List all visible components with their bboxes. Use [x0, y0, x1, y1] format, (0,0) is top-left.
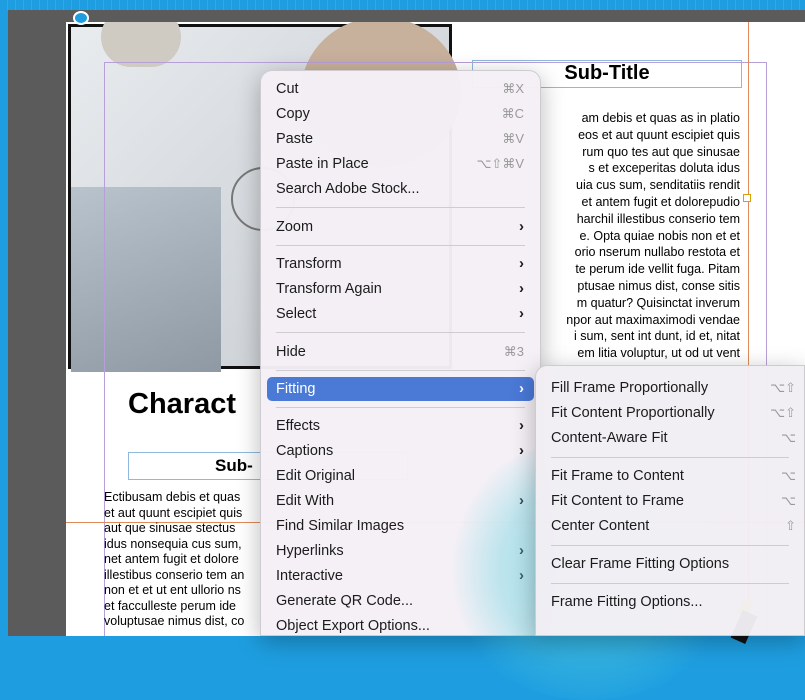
submenu-item-fit-frame-to-content[interactable]: Fit Frame to Content ⌥: [542, 464, 804, 488]
menu-item-shortcut: ⌘X: [502, 81, 524, 96]
menu-item-label: Transform: [276, 256, 342, 272]
menu-separator: [276, 332, 525, 333]
chevron-right-icon: ›: [519, 567, 524, 584]
photo-detail: [101, 22, 181, 67]
photo-detail: [71, 187, 221, 372]
menu-item-label: Fitting: [276, 381, 316, 397]
menu-item-object-export-options[interactable]: Object Export Options...: [267, 614, 534, 638]
sub-heading-text: Sub-: [215, 456, 253, 475]
menu-item-label: Find Similar Images: [276, 518, 405, 534]
menu-item-shortcut: ⌥: [781, 493, 796, 508]
subtitle-text: Sub-Title: [564, 62, 650, 84]
menu-item-label: Effects: [276, 418, 321, 434]
menu-item-label: Interactive: [276, 568, 343, 584]
menu-separator: [551, 545, 789, 546]
menu-item-transform-again[interactable]: Transform Again ›: [267, 277, 534, 301]
menu-item-label: Search Adobe Stock...: [276, 181, 420, 197]
menu-item-shortcut: ⌘V: [502, 131, 524, 146]
chevron-right-icon: ›: [519, 492, 524, 509]
menu-item-label: Frame Fitting Options...: [551, 594, 703, 610]
menu-item-label: Captions: [276, 443, 334, 459]
menu-item-label: Paste in Place: [276, 156, 369, 172]
submenu-item-fill-frame-proportionally[interactable]: Fill Frame Proportionally ⌥⇧: [542, 376, 804, 400]
menu-item-shortcut: ⌥: [781, 468, 796, 483]
menu-item-label: Paste: [276, 131, 314, 147]
submenu-item-center-content[interactable]: Center Content ⇧: [542, 514, 804, 538]
menu-item-cut[interactable]: Cut ⌘X: [267, 77, 534, 101]
menu-item-label: Copy: [276, 106, 310, 122]
menu-item-label: Select: [276, 306, 317, 322]
menu-separator: [276, 245, 525, 246]
chevron-right-icon: ›: [519, 380, 524, 397]
menu-separator: [276, 207, 525, 208]
menu-item-label: Cut: [276, 81, 299, 97]
menu-item-edit-original[interactable]: Edit Original: [267, 464, 534, 488]
menu-item-label: Fill Frame Proportionally: [551, 380, 709, 396]
menu-item-shortcut: ⌥⇧: [770, 380, 796, 395]
menu-item-captions[interactable]: Captions ›: [267, 439, 534, 463]
menu-item-select[interactable]: Select ›: [267, 302, 534, 326]
chevron-right-icon: ›: [519, 442, 524, 459]
menu-separator: [276, 407, 525, 408]
menu-item-transform[interactable]: Transform ›: [267, 252, 534, 276]
frame-handle[interactable]: [743, 194, 751, 202]
context-menu: Cut ⌘X Copy ⌘C Paste ⌘V Paste in Place ⌥⇧⌘V …: [260, 70, 541, 636]
submenu-item-content-aware-fit[interactable]: Content-Aware Fit ⌥: [542, 426, 804, 450]
menu-separator: [551, 583, 789, 584]
menu-item-label: Zoom: [276, 219, 314, 235]
main-heading[interactable]: Charact: [128, 388, 236, 421]
menu-item-interactive[interactable]: Interactive ›: [267, 564, 534, 588]
menu-item-paste-in-place[interactable]: Paste in Place ⌥⇧⌘V: [267, 152, 534, 176]
menu-item-label: Fit Frame to Content: [551, 468, 684, 484]
menu-separator: [276, 370, 525, 371]
menu-item-hyperlinks[interactable]: Hyperlinks ›: [267, 539, 534, 563]
menu-item-label: Center Content: [551, 518, 650, 534]
submenu-item-frame-fitting-options[interactable]: Frame Fitting Options...: [542, 590, 804, 614]
menu-item-label: Transform Again: [276, 281, 382, 297]
menu-item-shortcut: ⌘C: [501, 106, 524, 121]
menu-item-copy[interactable]: Copy ⌘C: [267, 102, 534, 126]
menu-item-label: Fit Content Proportionally: [551, 405, 715, 421]
chevron-right-icon: ›: [519, 305, 524, 322]
menu-item-shortcut: ⌥: [781, 430, 796, 445]
menu-item-shortcut: ⌘3: [503, 344, 524, 359]
menu-item-shortcut: ⇧: [785, 518, 796, 533]
chevron-right-icon: ›: [519, 218, 524, 235]
submenu-item-clear-frame-fitting-options[interactable]: Clear Frame Fitting Options: [542, 552, 804, 576]
submenu-item-fit-content-proportionally[interactable]: Fit Content Proportionally ⌥⇧: [542, 401, 804, 425]
menu-item-shortcut: ⌥⇧: [770, 405, 796, 420]
menu-item-label: Generate QR Code...: [276, 593, 414, 609]
menu-item-label: Hide: [276, 344, 306, 360]
menu-item-shortcut: ⌥⇧⌘V: [476, 156, 524, 171]
menu-item-edit-with[interactable]: Edit With ›: [267, 489, 534, 513]
menu-item-label: Hyperlinks: [276, 543, 344, 559]
menu-item-fitting[interactable]: Fitting ›: [267, 377, 534, 401]
link-badge-icon[interactable]: [73, 11, 89, 25]
menu-item-label: Fit Content to Frame: [551, 493, 684, 509]
chevron-right-icon: ›: [519, 280, 524, 297]
menu-item-effects[interactable]: Effects ›: [267, 414, 534, 438]
chevron-right-icon: ›: [519, 417, 524, 434]
menu-item-hide[interactable]: Hide ⌘3: [267, 340, 534, 364]
menu-item-label: Content-Aware Fit: [551, 430, 668, 446]
menu-item-label: Edit Original: [276, 468, 355, 484]
menu-item-label: Edit With: [276, 493, 335, 509]
menu-item-label: Clear Frame Fitting Options: [551, 556, 730, 572]
menu-item-generate-qr-code[interactable]: Generate QR Code...: [267, 589, 534, 613]
menu-item-paste[interactable]: Paste ⌘V: [267, 127, 534, 151]
menu-separator: [551, 457, 789, 458]
chevron-right-icon: ›: [519, 255, 524, 272]
menu-item-search-adobe-stock[interactable]: Search Adobe Stock...: [267, 177, 534, 201]
top-ruler[interactable]: [0, 0, 805, 10]
fitting-submenu: Fill Frame Proportionally ⌥⇧ Fit Content …: [535, 365, 805, 636]
menu-item-zoom[interactable]: Zoom ›: [267, 215, 534, 239]
chevron-right-icon: ›: [519, 542, 524, 559]
submenu-item-fit-content-to-frame[interactable]: Fit Content to Frame ⌥: [542, 489, 804, 513]
menu-item-label: Object Export Options...: [276, 618, 430, 634]
menu-item-find-similar-images[interactable]: Find Similar Images: [267, 514, 534, 538]
